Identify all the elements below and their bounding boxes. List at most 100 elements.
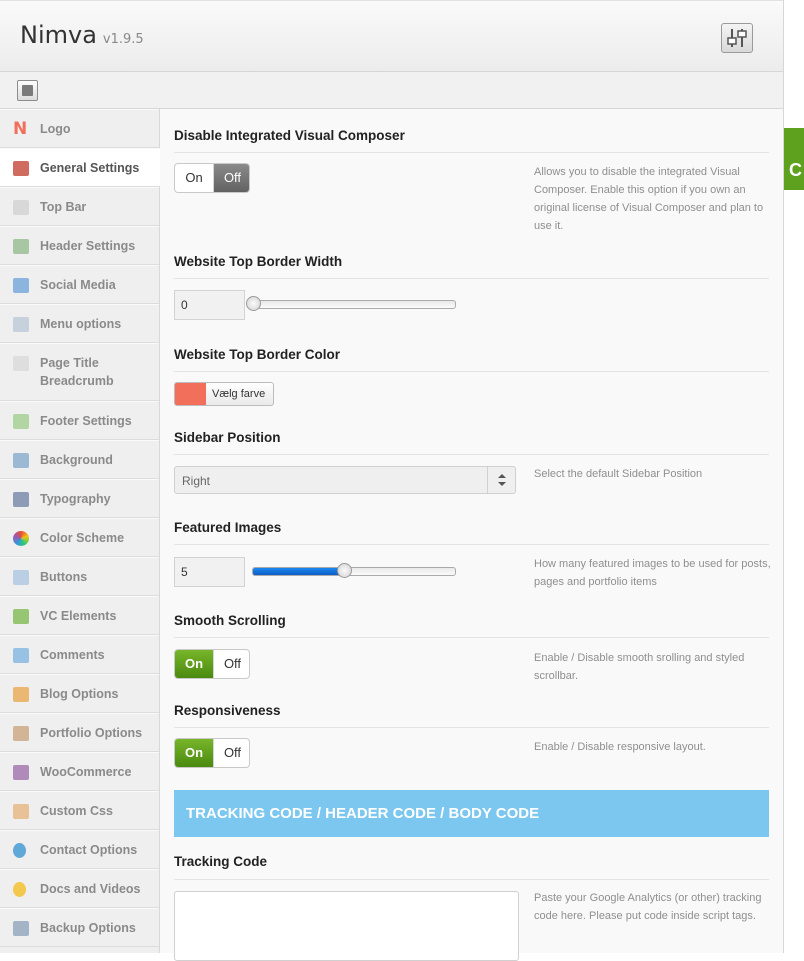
slider-handle[interactable] [336,563,352,578]
featured-images-input[interactable]: 5 [174,557,245,587]
sidebar-item-menu-options[interactable]: Menu options [0,304,159,343]
sidebar-item-docs-and-videos[interactable]: Docs and Videos [0,869,159,908]
color-wheel-icon [13,531,29,546]
panel-header: Nimva v1.9.5 [0,0,783,72]
sidebar-item-label: Header Settings [40,239,136,253]
featured-images-description: How many featured images to be used for … [534,558,771,588]
page-title-icon [13,356,29,371]
buttons-icon [13,570,29,585]
sidebar-item-custom-css[interactable]: Custom Css [0,791,159,830]
sidebar-item-header-settings[interactable]: Header Settings [0,226,159,265]
social-icon [13,278,29,293]
color-picker-button[interactable]: Vælg farve [174,382,274,406]
border-width-input[interactable]: 0 [174,290,245,320]
vc-elements-icon [13,609,29,624]
featured-images-slider[interactable] [252,563,456,578]
vc-on-option[interactable]: On [175,164,213,192]
sidebar-item-label: Buttons [40,570,88,584]
lightbulb-icon [13,882,26,897]
app-brand: Nimva v1.9.5 [20,21,144,49]
responsive-on-option[interactable]: On [175,739,213,767]
sidebar-item-woocommerce[interactable]: WooCommerce [0,752,159,791]
sidebar-item-label: General Settings [40,161,140,175]
sidebar-item-logo[interactable]: N Logo [0,109,159,148]
smooth-scrolling-toggle[interactable]: On Off [174,649,250,679]
backup-icon [13,921,29,936]
sidebar-item-contact-options[interactable]: Contact Options [0,830,159,869]
sidebar-item-general-settings[interactable]: General Settings [0,148,161,187]
tracking-code-title: Tracking Code [174,854,268,869]
smooth-off-option[interactable]: Off [213,650,249,678]
sidebar-item-label: VC Elements [40,609,117,623]
sidebar-item-page-title[interactable]: Page Title Breadcrumb [0,343,159,401]
expand-toggle-button[interactable] [17,80,38,101]
sidebar-item-blog-options[interactable]: Blog Options [0,674,159,713]
footer-icon [13,414,29,429]
responsiveness-title: Responsiveness [174,703,281,718]
woocommerce-icon [13,765,29,780]
smooth-on-option[interactable]: On [175,650,213,678]
sidebar-item-label: Logo [40,122,71,136]
divider [174,879,769,880]
smooth-scrolling-title: Smooth Scrolling [174,613,286,628]
sidebar-item-backup-options[interactable]: Backup Options [0,908,159,947]
blog-icon [13,687,29,702]
settings-sliders-button[interactable] [721,23,753,53]
sidebar-item-label: Backup Options [40,921,136,935]
sidebar-item-portfolio-options[interactable]: Portfolio Options [0,713,159,752]
sidebar-position-description: Select the default Sidebar Position [534,468,703,480]
divider [174,278,769,279]
tracking-code-textarea[interactable] [174,891,519,961]
logo-n-icon: N [13,119,28,139]
border-width-slider[interactable] [246,296,456,311]
select-arrows-icon [487,467,515,493]
tools-icon [13,161,29,176]
sidebar-item-label: Top Bar [40,200,87,214]
vc-description: Allows you to disable the integrated Vis… [534,166,764,232]
color-swatch [175,383,206,405]
divider [174,152,769,153]
sidebar: N Logo General Settings Top Bar Header Setti… [0,109,161,953]
sidebar-item-vc-elements[interactable]: VC Elements [0,596,159,635]
vc-toggle[interactable]: On Off [174,163,250,193]
sidebar-item-label: Contact Options [40,843,138,857]
sidebar-item-top-bar[interactable]: Top Bar [0,187,159,226]
sidebar-item-label: Docs and Videos [40,882,141,896]
topbar-icon [13,200,29,215]
comments-icon [13,648,29,663]
header-icon [13,239,29,254]
sliders-icon [727,29,747,47]
responsiveness-toggle[interactable]: On Off [174,738,250,768]
tracking-section-banner: TRACKING CODE / HEADER CODE / BODY CODE [174,790,769,837]
border-width-title: Website Top Border Width [174,254,343,269]
vc-off-option[interactable]: Off [213,164,249,192]
sidebar-position-title: Sidebar Position [174,430,281,445]
app-name: Nimva [20,21,97,49]
sidebar-item-comments[interactable]: Comments [0,635,159,674]
contact-icon [13,843,26,858]
sidebar-item-footer-settings[interactable]: Footer Settings [0,401,159,440]
sidebar-position-select[interactable]: Right [174,466,516,494]
sidebar-item-label: Blog Options [40,687,119,701]
sidebar-item-social-media[interactable]: Social Media [0,265,159,304]
sidebar-item-label: Menu options [40,317,122,331]
sidebar-item-typography[interactable]: Typography [0,479,159,518]
edge-tab-button[interactable]: C [784,128,804,190]
divider [174,637,769,638]
divider [174,544,769,545]
responsive-off-option[interactable]: Off [213,739,249,767]
menu-icon [13,317,29,332]
border-color-title: Website Top Border Color [174,347,341,362]
sidebar-item-label: Background [40,453,113,467]
settings-content: Disable Integrated Visual Composer On Of… [160,109,783,961]
sidebar-item-buttons[interactable]: Buttons [0,557,159,596]
sidebar-item-background[interactable]: Background [0,440,159,479]
featured-images-title: Featured Images [174,520,282,535]
sidebar-item-label: Portfolio Options [40,726,143,740]
sidebar-item-color-scheme[interactable]: Color Scheme [0,518,159,557]
color-picker-label: Vælg farve [212,388,266,400]
slider-handle[interactable] [246,296,261,311]
divider [174,454,769,455]
divider [174,371,769,372]
sidebar-item-label: Comments [40,648,105,662]
